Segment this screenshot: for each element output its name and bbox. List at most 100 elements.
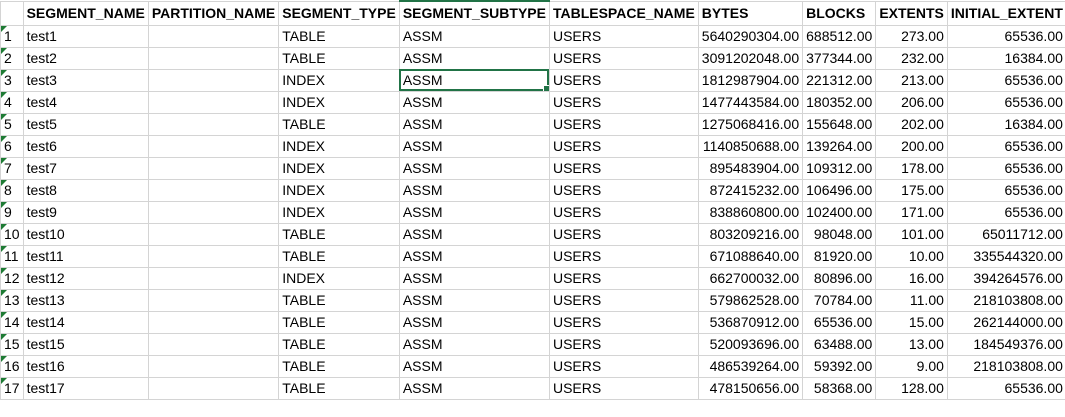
- cell-extents[interactable]: 171.00: [875, 200, 948, 224]
- cell-extents[interactable]: 213.00: [875, 68, 948, 92]
- column-header-segment-name[interactable]: SEGMENT_NAME: [22, 0, 149, 26]
- cell-extents[interactable]: 128.00: [875, 376, 948, 400]
- cell-extents[interactable]: 9.00: [875, 354, 948, 378]
- cell-segment-subtype[interactable]: ASSM: [398, 266, 550, 290]
- row-number-cell[interactable]: 3: [0, 68, 24, 92]
- cell-segment-subtype[interactable]: ASSM: [398, 90, 550, 114]
- cell-initial-extent[interactable]: 218103808.00: [946, 354, 1065, 378]
- cell-segment-name[interactable]: test13: [22, 288, 149, 312]
- cell-bytes[interactable]: 662700032.00: [697, 266, 804, 290]
- cell-segment-type[interactable]: TABLE: [278, 310, 400, 334]
- cell-tablespace-name[interactable]: USERS: [548, 156, 699, 180]
- cell-segment-subtype[interactable]: ASSM: [398, 354, 550, 378]
- row-number-cell[interactable]: 2: [0, 46, 24, 70]
- cell-tablespace-name[interactable]: USERS: [548, 112, 699, 136]
- cell-bytes[interactable]: 1140850688.00: [697, 134, 804, 158]
- cell-segment-type[interactable]: INDEX: [278, 266, 400, 290]
- cell-tablespace-name[interactable]: USERS: [548, 178, 699, 202]
- cell-segment-type[interactable]: TABLE: [278, 354, 400, 378]
- cell-segment-name[interactable]: test7: [22, 156, 149, 180]
- cell-partition-name[interactable]: [147, 266, 280, 290]
- cell-tablespace-name[interactable]: USERS: [548, 266, 699, 290]
- selected-cell[interactable]: ASSM: [398, 68, 550, 92]
- cell-blocks[interactable]: 377344.00: [802, 46, 877, 70]
- column-header-partition-name[interactable]: PARTITION_NAME: [147, 0, 280, 26]
- cell-tablespace-name[interactable]: USERS: [548, 200, 699, 224]
- cell-segment-name[interactable]: test4: [22, 90, 149, 114]
- cell-bytes[interactable]: 486539264.00: [697, 354, 804, 378]
- cell-extents[interactable]: 206.00: [875, 90, 948, 114]
- cell-segment-type[interactable]: TABLE: [278, 46, 400, 70]
- cell-segment-subtype[interactable]: ASSM: [398, 332, 550, 356]
- cell-partition-name[interactable]: [147, 354, 280, 378]
- column-header-extents[interactable]: EXTENTS: [875, 0, 948, 26]
- cell-initial-extent[interactable]: 394264576.00: [946, 266, 1065, 290]
- row-number-cell[interactable]: 15: [0, 332, 24, 356]
- cell-tablespace-name[interactable]: USERS: [548, 332, 699, 356]
- cell-partition-name[interactable]: [147, 112, 280, 136]
- cell-blocks[interactable]: 180352.00: [802, 90, 877, 114]
- cell-blocks[interactable]: 98048.00: [802, 222, 877, 246]
- cell-segment-name[interactable]: test2: [22, 46, 149, 70]
- cell-bytes[interactable]: 1275068416.00: [697, 112, 804, 136]
- cell-segment-subtype[interactable]: ASSM: [398, 200, 550, 224]
- cell-tablespace-name[interactable]: USERS: [548, 24, 699, 48]
- cell-tablespace-name[interactable]: USERS: [548, 310, 699, 334]
- cell-segment-type[interactable]: TABLE: [278, 288, 400, 312]
- cell-segment-type[interactable]: INDEX: [278, 68, 400, 92]
- cell-bytes[interactable]: 3091202048.00: [697, 46, 804, 70]
- cell-initial-extent[interactable]: 184549376.00: [946, 332, 1065, 356]
- cell-bytes[interactable]: 803209216.00: [697, 222, 804, 246]
- cell-initial-extent[interactable]: 262144000.00: [946, 310, 1065, 334]
- cell-initial-extent[interactable]: 65536.00: [946, 376, 1065, 400]
- row-number-cell[interactable]: 10: [0, 222, 24, 246]
- cell-extents[interactable]: 232.00: [875, 46, 948, 70]
- cell-initial-extent[interactable]: 65536.00: [946, 134, 1065, 158]
- cell-extents[interactable]: 13.00: [875, 332, 948, 356]
- cell-segment-name[interactable]: test10: [22, 222, 149, 246]
- cell-blocks[interactable]: 65536.00: [802, 310, 877, 334]
- cell-blocks[interactable]: 81920.00: [802, 244, 877, 268]
- cell-bytes[interactable]: 579862528.00: [697, 288, 804, 312]
- cell-segment-subtype[interactable]: ASSM: [398, 46, 550, 70]
- cell-partition-name[interactable]: [147, 310, 280, 334]
- cell-initial-extent[interactable]: 65536.00: [946, 68, 1065, 92]
- row-number-cell[interactable]: 1: [0, 24, 24, 48]
- cell-initial-extent[interactable]: 65536.00: [946, 178, 1065, 202]
- cell-segment-subtype[interactable]: ASSM: [398, 244, 550, 268]
- cell-segment-subtype[interactable]: ASSM: [398, 288, 550, 312]
- cell-segment-type[interactable]: TABLE: [278, 24, 400, 48]
- cell-segment-type[interactable]: INDEX: [278, 134, 400, 158]
- cell-segment-type[interactable]: INDEX: [278, 178, 400, 202]
- cell-bytes[interactable]: 5640290304.00: [697, 24, 804, 48]
- cell-segment-subtype[interactable]: ASSM: [398, 376, 550, 400]
- row-number-cell[interactable]: 16: [0, 354, 24, 378]
- row-number-cell[interactable]: 12: [0, 266, 24, 290]
- cell-segment-name[interactable]: test11: [22, 244, 149, 268]
- cell-initial-extent[interactable]: 65011712.00: [946, 222, 1065, 246]
- cell-segment-name[interactable]: test1: [22, 24, 149, 48]
- cell-blocks[interactable]: 109312.00: [802, 156, 877, 180]
- column-header-segment-type[interactable]: SEGMENT_TYPE: [278, 0, 400, 26]
- cell-partition-name[interactable]: [147, 376, 280, 400]
- cell-blocks[interactable]: 80896.00: [802, 266, 877, 290]
- cell-bytes[interactable]: 838860800.00: [697, 200, 804, 224]
- column-header-row-number[interactable]: [0, 0, 24, 26]
- cell-tablespace-name[interactable]: USERS: [548, 288, 699, 312]
- cell-segment-subtype[interactable]: ASSM: [398, 156, 550, 180]
- cell-initial-extent[interactable]: 335544320.00: [946, 244, 1065, 268]
- row-number-cell[interactable]: 13: [0, 288, 24, 312]
- cell-segment-type[interactable]: TABLE: [278, 112, 400, 136]
- cell-tablespace-name[interactable]: USERS: [548, 376, 699, 400]
- cell-extents[interactable]: 175.00: [875, 178, 948, 202]
- cell-partition-name[interactable]: [147, 134, 280, 158]
- cell-blocks[interactable]: 106496.00: [802, 178, 877, 202]
- cell-blocks[interactable]: 63488.00: [802, 332, 877, 356]
- row-number-cell[interactable]: 14: [0, 310, 24, 334]
- cell-bytes[interactable]: 872415232.00: [697, 178, 804, 202]
- cell-blocks[interactable]: 58368.00: [802, 376, 877, 400]
- cell-partition-name[interactable]: [147, 46, 280, 70]
- cell-partition-name[interactable]: [147, 156, 280, 180]
- row-number-cell[interactable]: 7: [0, 156, 24, 180]
- row-number-cell[interactable]: 6: [0, 134, 24, 158]
